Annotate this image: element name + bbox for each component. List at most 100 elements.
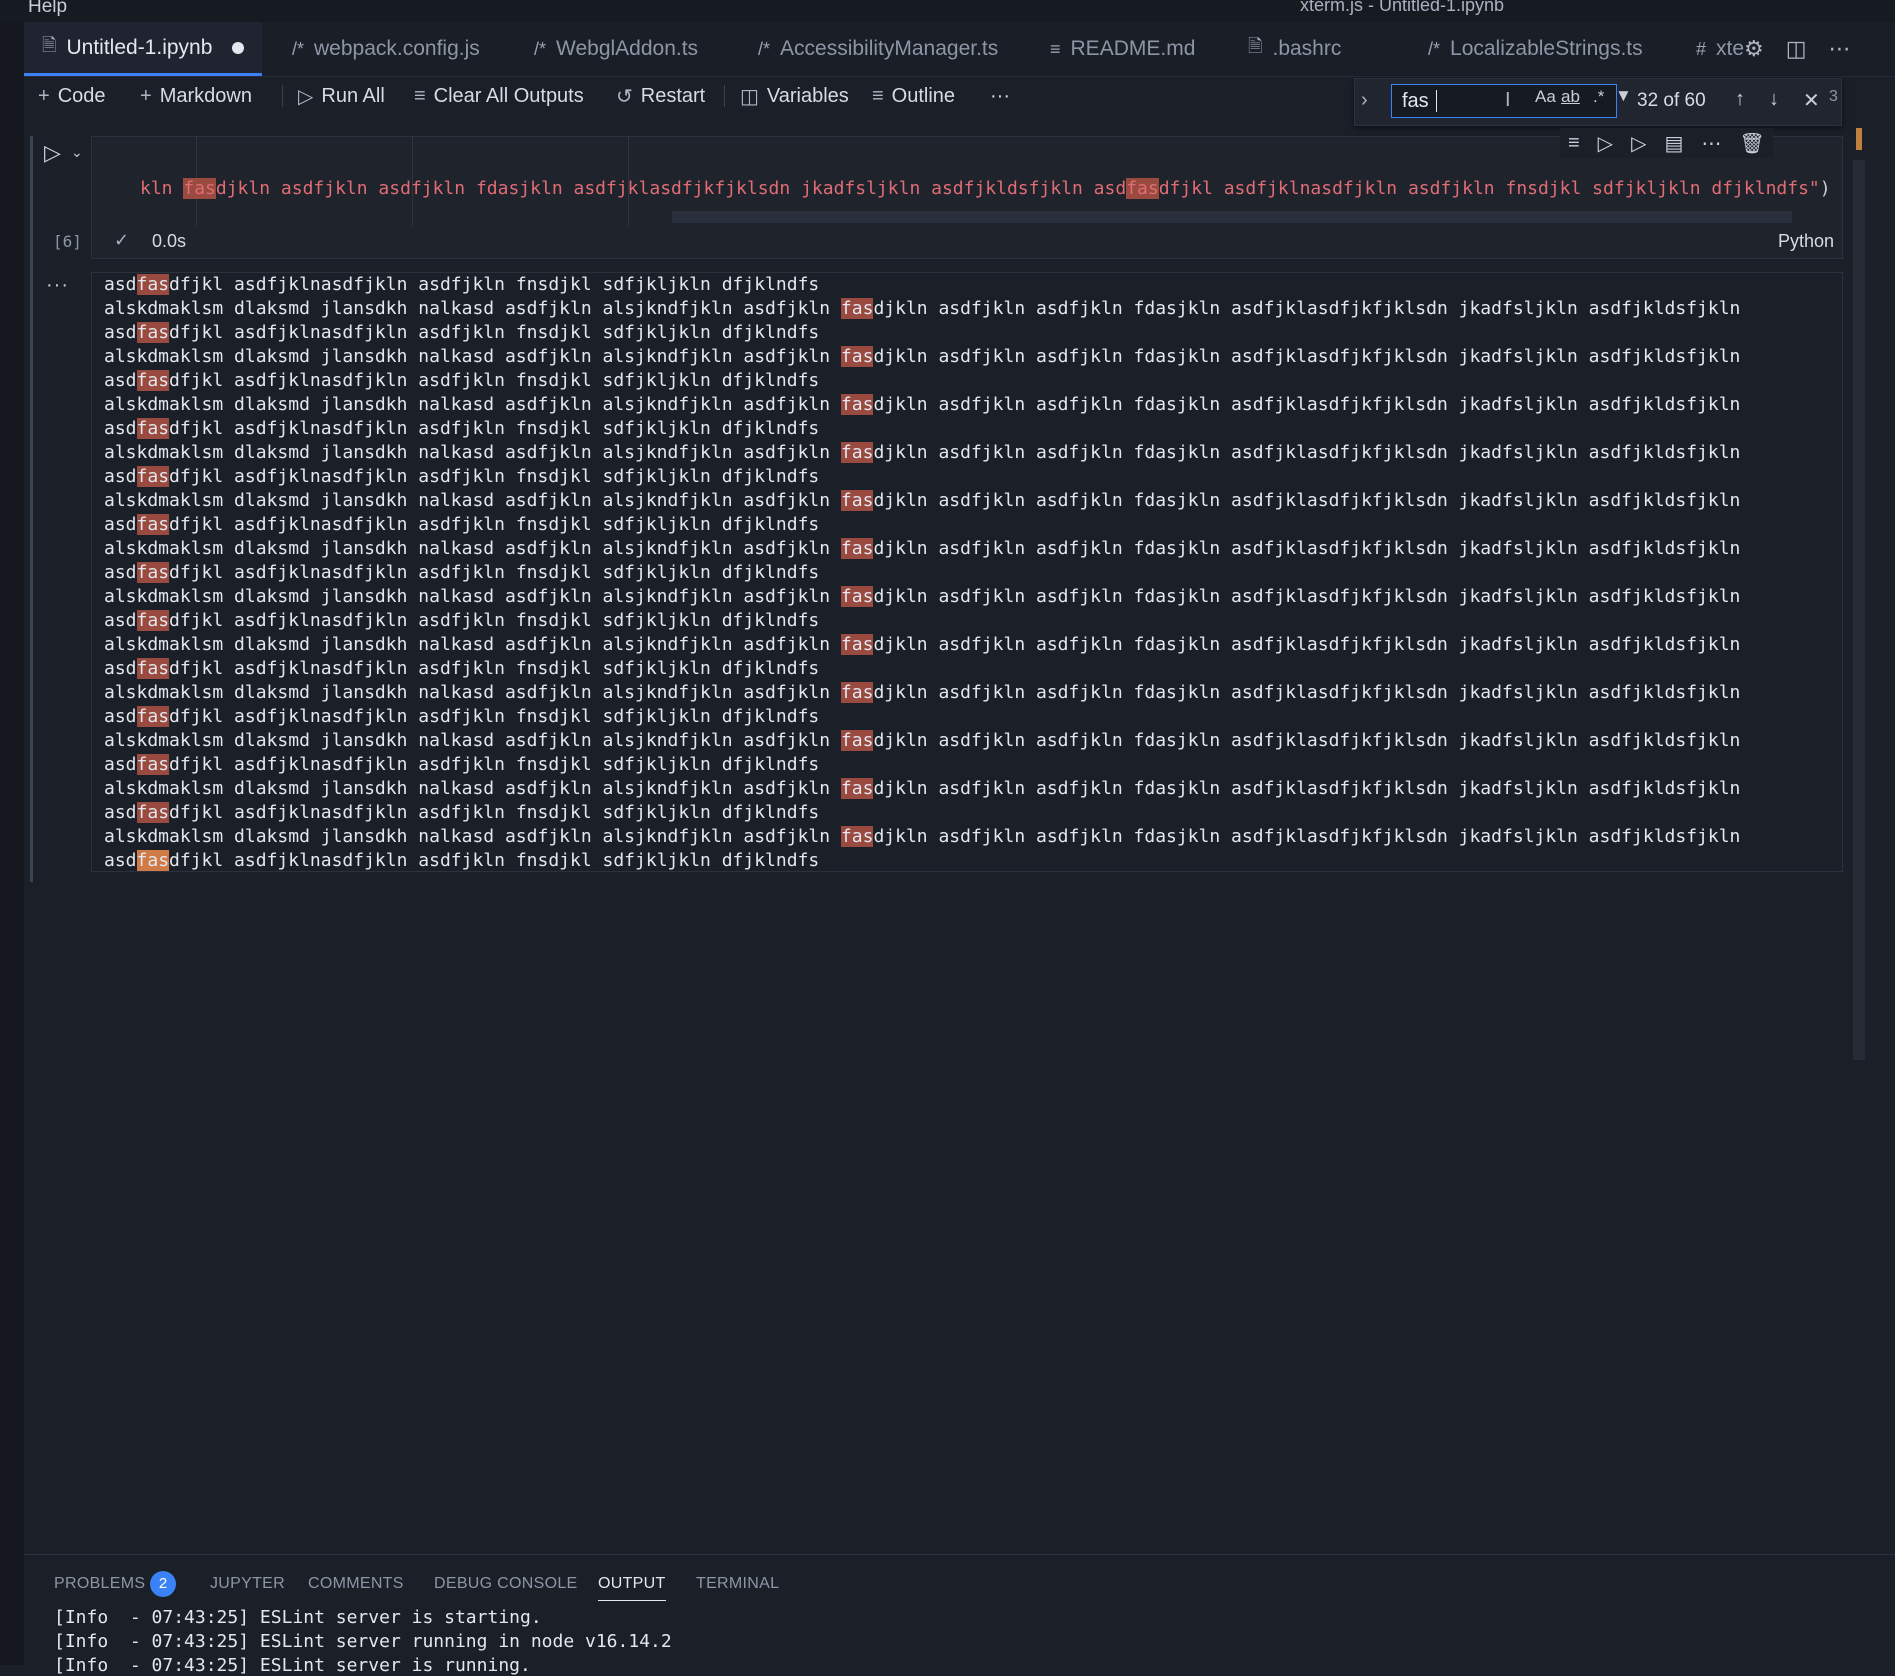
output-line: alskdmaklsm dlaksmd jlansdkh nalkasd asd… (104, 729, 1740, 753)
tab-accessibilitymanager[interactable]: /* AccessibilityManager.ts (740, 22, 1016, 76)
outline-button[interactable]: ≡ Outline (872, 81, 955, 111)
add-markdown-button[interactable]: + Markdown (140, 81, 252, 111)
next-match-icon[interactable]: ↓ (1769, 88, 1779, 111)
chevron-down-icon[interactable]: ⌄ (71, 144, 83, 161)
restart-icon: ↺ (616, 85, 633, 108)
output-line: asdfasdfjkl asdfjklnasdfjkln asdfjkln fn… (104, 801, 1740, 825)
output-line: alskdmaklsm dlaksmd jlansdkh nalkasd asd… (104, 441, 1740, 465)
tab-bashrc[interactable]: 🗎 .bashrc (1230, 22, 1359, 76)
tab-label: LocalizableStrings.ts (1450, 37, 1643, 60)
current-find-match: fas (136, 850, 170, 871)
gear-icon[interactable]: ⚙ (1744, 36, 1764, 62)
filter-icon[interactable]: ▼ (1615, 86, 1632, 106)
tab-localizablestrings[interactable]: /* LocalizableStrings.ts (1410, 22, 1661, 76)
output-text: djkln asdfjkln asdfjkln fdasjkln asdfjkl… (873, 826, 1741, 847)
output-text: dfjkl asdfjklnasdfjkln asdfjkln fnsdjkl … (169, 706, 820, 727)
output-text: djkln asdfjkln asdfjkln fdasjkln asdfjkl… (873, 538, 1741, 559)
regex-toggle[interactable]: .* (1593, 87, 1604, 107)
panel-tab-terminal[interactable]: TERMINAL (696, 1575, 779, 1593)
code-paren: ) (1819, 178, 1831, 199)
output-text: alskdmaklsm dlaksmd jlansdkh nalkasd asd… (104, 490, 841, 511)
find-match-highlight: fas (840, 634, 874, 655)
hash-icon: # (1696, 38, 1707, 59)
find-match-highlight: fas (136, 658, 170, 679)
output-text: djkln asdfjkln asdfjkln fdasjkln asdfjkl… (873, 586, 1741, 607)
panel-tab-debug-console[interactable]: DEBUG CONSOLE (434, 1575, 578, 1593)
add-code-button[interactable]: + Code (38, 81, 106, 111)
delete-cell-icon[interactable]: 🗑 (1739, 131, 1764, 156)
match-case-toggle[interactable]: Aa (1535, 87, 1556, 107)
cell-language-picker[interactable]: Python (1778, 231, 1834, 252)
horizontal-scrollbar[interactable] (672, 211, 1792, 223)
previous-match-icon[interactable]: ↑ (1735, 88, 1745, 111)
markdown-icon: ≡ (1050, 38, 1061, 59)
split-editor-icon[interactable]: ◫ (1786, 36, 1807, 62)
find-match-highlight: fas (840, 298, 874, 319)
output-log-line: [Info - 07:43:25] ESLint server is start… (54, 1607, 542, 1628)
variables-icon: ◫ (740, 85, 759, 108)
find-match-highlight: fas (136, 802, 170, 823)
window-title: xterm.js - Untitled-1.ipynb (1300, 0, 1505, 15)
tab-webpack-config[interactable]: /* webpack.config.js (274, 22, 498, 76)
output-text: djkln asdfjkln asdfjkln fdasjkln asdfjkl… (873, 394, 1741, 415)
run-all-button[interactable]: ▷ Run All (298, 81, 385, 111)
output-line: asdfasdfjkl asdfjklnasdfjkln asdfjkln fn… (104, 321, 1740, 345)
output-log-line: [Info - 07:43:25] ESLint server running … (54, 1631, 672, 1652)
output-text: asd (104, 562, 137, 583)
output-text: djkln asdfjkln asdfjkln fdasjkln asdfjkl… (873, 490, 1741, 511)
panel-tab-comments[interactable]: COMMENTS (308, 1575, 404, 1593)
panel-tab-jupyter[interactable]: JUPYTER (210, 1575, 285, 1593)
output-more-icon[interactable]: ··· (46, 274, 69, 297)
output-line: alskdmaklsm dlaksmd jlansdkh nalkasd asd… (104, 393, 1740, 417)
find-match-highlight: fas (1126, 178, 1159, 199)
close-find-icon[interactable]: ✕ (1803, 88, 1820, 113)
toolbar-more-button[interactable]: ··· (990, 81, 1010, 111)
restart-button[interactable]: ↺ Restart (616, 81, 705, 111)
output-line: asdfasdfjkl asdfjklnasdfjkln asdfjkln fn… (104, 513, 1740, 537)
menu-help[interactable]: Help (28, 0, 67, 18)
tab-label: README.md (1070, 37, 1196, 60)
unsaved-dot-icon[interactable] (232, 41, 245, 54)
output-text: djkln asdfjkln asdfjkln fdasjkln asdfjkl… (873, 634, 1741, 655)
output-text: asd (104, 370, 137, 391)
run-cell-icon[interactable]: ▷ (44, 140, 61, 166)
output-text: djkln asdfjkln asdfjkln fdasjkln asdfjkl… (873, 442, 1741, 463)
find-match-highlight: fas (840, 682, 874, 703)
find-match-highlight: fas (136, 274, 170, 295)
editor-scrollbar[interactable] (1853, 160, 1865, 1060)
tab-readme[interactable]: ≡ README.md (1032, 22, 1213, 76)
plus-icon: + (140, 84, 152, 107)
add-code-label: Code (57, 84, 106, 107)
output-line: alskdmaklsm dlaksmd jlansdkh nalkasd asd… (104, 681, 1740, 705)
variables-button[interactable]: ◫ Variables (740, 81, 849, 111)
run-by-line-icon[interactable]: ≡ (1568, 132, 1580, 155)
more-actions-icon[interactable]: ⋯ (1829, 36, 1851, 62)
panel-tab-output[interactable]: OUTPUT (598, 1575, 666, 1601)
toggle-replace-chevron-icon[interactable]: › (1361, 89, 1368, 112)
whole-word-toggle[interactable]: ab (1561, 87, 1580, 107)
panel-tab-problems[interactable]: PROBLEMS (54, 1575, 145, 1593)
tab-untitled-ipynb[interactable]: 🗎 Untitled-1.ipynb (24, 22, 263, 76)
output-text: dfjkl asdfjklnasdfjkln asdfjkln fnsdjkl … (169, 274, 820, 295)
tab-label: xte (1716, 37, 1745, 60)
cell-more-icon[interactable]: ⋯ (1701, 131, 1721, 156)
find-input[interactable]: fas (1391, 84, 1617, 118)
code-token: kln (140, 178, 184, 199)
ts-icon: /* (534, 38, 547, 59)
output-text: djkln asdfjkln asdfjkln fdasjkln asdfjkl… (873, 298, 1741, 319)
find-match-highlight: fas (136, 562, 170, 583)
clear-all-outputs-button[interactable]: ≡ Clear All Outputs (414, 81, 584, 111)
split-cell-icon[interactable]: ▤ (1664, 131, 1683, 156)
code-token: dfjkl asdfjklnasdfjkln asdfjkln fnsdjkl … (1158, 178, 1820, 199)
output-text: asd (104, 322, 137, 343)
find-match-highlight: fas (136, 610, 170, 631)
tab-label: webpack.config.js (314, 37, 480, 60)
output-text: alskdmaklsm dlaksmd jlansdkh nalkasd asd… (104, 394, 841, 415)
find-match-highlight: fas (136, 706, 170, 727)
execute-below-icon[interactable]: ▷ (1631, 131, 1646, 156)
tab-webgladdon[interactable]: /* WebglAddon.ts (516, 22, 716, 76)
execute-above-icon[interactable]: ▷ (1598, 131, 1613, 156)
find-match-highlight: fas (136, 322, 170, 343)
tab-label: Untitled-1.ipynb (66, 35, 213, 59)
output-text: djkln asdfjkln asdfjkln fdasjkln asdfjkl… (873, 730, 1741, 751)
